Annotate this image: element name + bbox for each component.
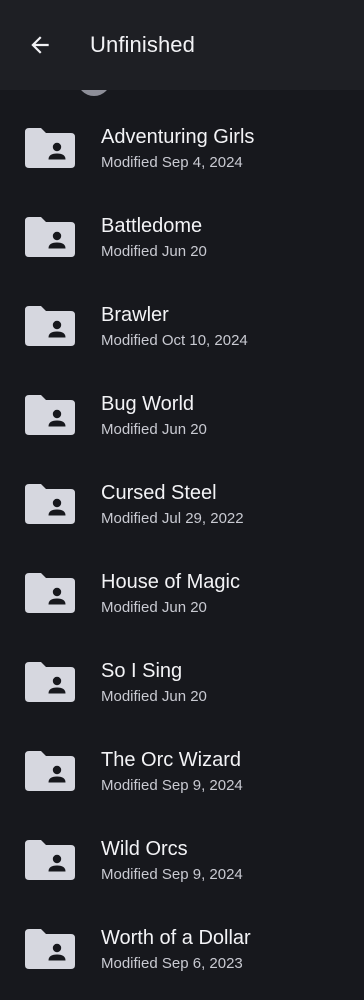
folder-modified-date: Modified Sep 6, 2023	[101, 955, 243, 972]
shared-folder-icon	[25, 128, 75, 168]
shared-folder-icon	[25, 840, 75, 880]
folder-name: So I Sing	[101, 660, 183, 682]
back-button[interactable]	[22, 27, 58, 63]
shared-folder-icon	[25, 395, 75, 435]
folder-list-item[interactable]: Cursed Steel Modified Jul 29, 2022	[0, 456, 364, 545]
folder-list-item[interactable]: So I Sing Modified Jun 20	[0, 634, 364, 723]
folder-name: Brawler	[101, 304, 169, 326]
page-title: Unfinished	[90, 32, 195, 57]
folder-name: Battledome	[101, 215, 203, 237]
shared-folder-icon	[25, 573, 75, 613]
folder-list-item[interactable]: The Orc Wizard Modified Sep 9, 2024	[0, 723, 364, 812]
folder-name: Cursed Steel	[101, 482, 217, 504]
folder-list-item[interactable]: Battledome Modified Jun 20	[0, 189, 364, 278]
folder-modified-date: Modified Jun 20	[101, 421, 207, 438]
folder-name: Worth of a Dollar	[101, 927, 251, 949]
shared-folder-icon	[25, 929, 75, 969]
shared-folder-icon	[25, 484, 75, 524]
folder-modified-date: Modified Oct 10, 2024	[101, 332, 248, 349]
folder-list-item[interactable]: Bug World Modified Jun 20	[0, 367, 364, 456]
folder-modified-date: Modified Sep 9, 2024	[101, 866, 243, 883]
shared-folder-icon	[25, 306, 75, 346]
folder-modified-date: Modified Sep 4, 2024	[101, 154, 243, 171]
folder-modified-date: Modified Jun 20	[101, 243, 207, 260]
folder-name: Bug World	[101, 393, 195, 415]
folder-name: The Orc Wizard	[101, 749, 242, 771]
folder-modified-date: Modified Jul 29, 2022	[101, 510, 244, 527]
shared-folder-icon	[25, 662, 75, 702]
folder-modified-date: Modified Jun 20	[101, 599, 207, 616]
folder-list-item[interactable]: Worth of a Dollar Modified Sep 6, 2023	[0, 901, 364, 990]
shared-folder-icon	[25, 751, 75, 791]
folder-modified-date: Modified Sep 9, 2024	[101, 777, 243, 794]
folder-name: Wild Orcs	[101, 838, 188, 860]
file-list: Adventuring Girls Modified Sep 4, 2024 B…	[0, 90, 364, 1000]
folder-name: Adventuring Girls	[101, 126, 255, 148]
app-bar: Unfinished	[0, 0, 364, 90]
arrow-back-icon	[31, 36, 49, 54]
folder-list-item[interactable]: Wild Orcs Modified Sep 9, 2024	[0, 812, 364, 901]
shared-folder-icon	[25, 217, 75, 257]
folder-list-item[interactable]: House of Magic Modified Jun 20	[0, 545, 364, 634]
folder-name: House of Magic	[101, 571, 240, 593]
folder-modified-date: Modified Jun 20	[101, 688, 207, 705]
folder-list-item[interactable]: Adventuring Girls Modified Sep 4, 2024	[0, 100, 364, 189]
folder-list-item[interactable]: Brawler Modified Oct 10, 2024	[0, 278, 364, 367]
